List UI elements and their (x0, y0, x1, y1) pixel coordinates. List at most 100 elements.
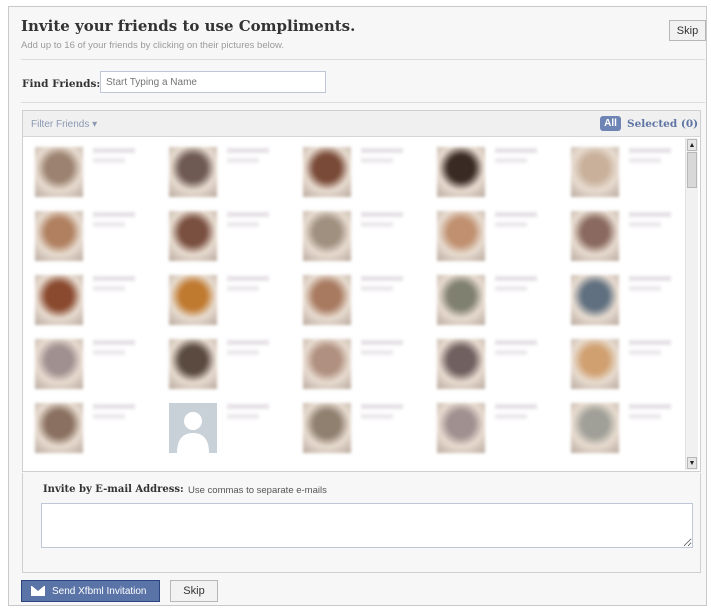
friend-avatar[interactable] (35, 147, 83, 197)
filter-friends-dropdown[interactable]: Filter Friends ▾ (31, 119, 97, 130)
filter-selected-button[interactable]: Selected (0) (627, 118, 698, 130)
scroll-down-icon[interactable]: ▼ (687, 457, 697, 469)
friend-name-blurred (93, 148, 153, 163)
friend-name-blurred (227, 404, 287, 419)
friend-name-blurred (629, 148, 689, 163)
friend-name-blurred (227, 212, 287, 227)
friend-item[interactable] (425, 393, 555, 453)
friend-avatar[interactable] (303, 403, 351, 453)
friend-selector: Filter Friends ▾ All Selected (0) ▲ ▼ (22, 110, 701, 472)
friend-name-blurred (629, 212, 689, 227)
friend-avatar[interactable] (437, 211, 485, 261)
envelope-icon (31, 586, 45, 596)
friend-avatar[interactable] (35, 211, 83, 261)
invite-dialog: Invite your friends to use Compliments. … (8, 6, 707, 606)
friend-item[interactable] (559, 137, 689, 197)
friend-name-blurred (93, 404, 153, 419)
friend-name-blurred (495, 276, 555, 291)
friend-item[interactable] (425, 329, 555, 389)
scroll-thumb[interactable] (687, 152, 697, 188)
friend-name-blurred (361, 340, 421, 355)
divider (21, 59, 705, 60)
dialog-subtitle: Add up to 16 of your friends by clicking… (21, 40, 284, 51)
friend-avatar[interactable] (303, 339, 351, 389)
friend-item[interactable] (23, 137, 153, 197)
send-invitation-label: Send Xfbml Invitation (52, 585, 147, 597)
friend-name-blurred (361, 276, 421, 291)
email-invite-section: Invite by E-mail Address: Use commas to … (22, 473, 701, 573)
friend-avatar[interactable] (571, 403, 619, 453)
friend-item[interactable] (559, 201, 689, 261)
friend-item[interactable] (23, 329, 153, 389)
friend-avatar[interactable] (169, 403, 217, 453)
scroll-up-icon[interactable]: ▲ (687, 139, 697, 151)
filter-bar: Filter Friends ▾ All Selected (0) (23, 111, 700, 137)
friend-item[interactable] (157, 265, 287, 325)
friend-item[interactable] (291, 393, 421, 453)
friend-avatar[interactable] (303, 211, 351, 261)
send-invitation-button[interactable]: Send Xfbml Invitation (21, 580, 160, 602)
friend-item[interactable] (425, 265, 555, 325)
friend-avatar[interactable] (437, 339, 485, 389)
friend-name-blurred (227, 340, 287, 355)
friend-item[interactable] (291, 137, 421, 197)
friend-avatar[interactable] (571, 339, 619, 389)
friend-avatar[interactable] (303, 275, 351, 325)
friend-avatar[interactable] (571, 211, 619, 261)
friend-avatar[interactable] (35, 403, 83, 453)
skip-button-top[interactable]: Skip (669, 20, 706, 41)
friend-item[interactable] (291, 265, 421, 325)
friend-name-blurred (93, 212, 153, 227)
email-invite-label: Invite by E-mail Address: (43, 484, 184, 495)
friend-avatar[interactable] (303, 147, 351, 197)
friend-name-blurred (629, 404, 689, 419)
friend-avatar[interactable] (169, 339, 217, 389)
friend-avatar[interactable] (169, 147, 217, 197)
friend-name-blurred (227, 148, 287, 163)
friend-name-blurred (361, 404, 421, 419)
friend-item[interactable] (157, 137, 287, 197)
friend-name-blurred (629, 276, 689, 291)
friend-item[interactable] (157, 329, 287, 389)
friend-name-blurred (361, 212, 421, 227)
friend-avatar[interactable] (571, 275, 619, 325)
find-friends-label: Find Friends: (22, 78, 101, 90)
friend-name-blurred (93, 276, 153, 291)
friend-grid (23, 137, 695, 471)
friend-avatar[interactable] (169, 275, 217, 325)
friend-name-blurred (495, 340, 555, 355)
friend-item[interactable] (425, 201, 555, 261)
friend-item[interactable] (23, 265, 153, 325)
friend-item[interactable] (425, 137, 555, 197)
friend-name-blurred (361, 148, 421, 163)
divider (21, 102, 705, 103)
friend-avatar[interactable] (437, 147, 485, 197)
friend-item[interactable] (559, 393, 689, 453)
friend-item[interactable] (157, 201, 287, 261)
scrollbar[interactable]: ▲ ▼ (685, 138, 698, 470)
friend-name-blurred (495, 148, 555, 163)
friend-avatar[interactable] (35, 339, 83, 389)
friend-avatar[interactable] (169, 211, 217, 261)
dialog-title: Invite your friends to use Compliments. (21, 17, 356, 35)
friend-item[interactable] (23, 393, 153, 453)
friend-name-blurred (227, 276, 287, 291)
friend-item[interactable] (559, 265, 689, 325)
skip-button-bottom[interactable]: Skip (170, 580, 218, 602)
filter-all-button[interactable]: All (600, 116, 621, 131)
friend-name-blurred (93, 340, 153, 355)
friend-name-blurred (495, 212, 555, 227)
email-input[interactable] (41, 503, 693, 548)
friend-item[interactable] (291, 201, 421, 261)
friend-avatar[interactable] (437, 275, 485, 325)
friend-avatar[interactable] (35, 275, 83, 325)
email-invite-hint: Use commas to separate e-mails (188, 485, 327, 496)
friend-avatar[interactable] (437, 403, 485, 453)
friend-avatar[interactable] (571, 147, 619, 197)
friend-item[interactable] (157, 393, 287, 453)
friend-item[interactable] (23, 201, 153, 261)
friend-name-blurred (629, 340, 689, 355)
friend-item[interactable] (291, 329, 421, 389)
find-friends-input[interactable] (100, 71, 326, 93)
friend-item[interactable] (559, 329, 689, 389)
